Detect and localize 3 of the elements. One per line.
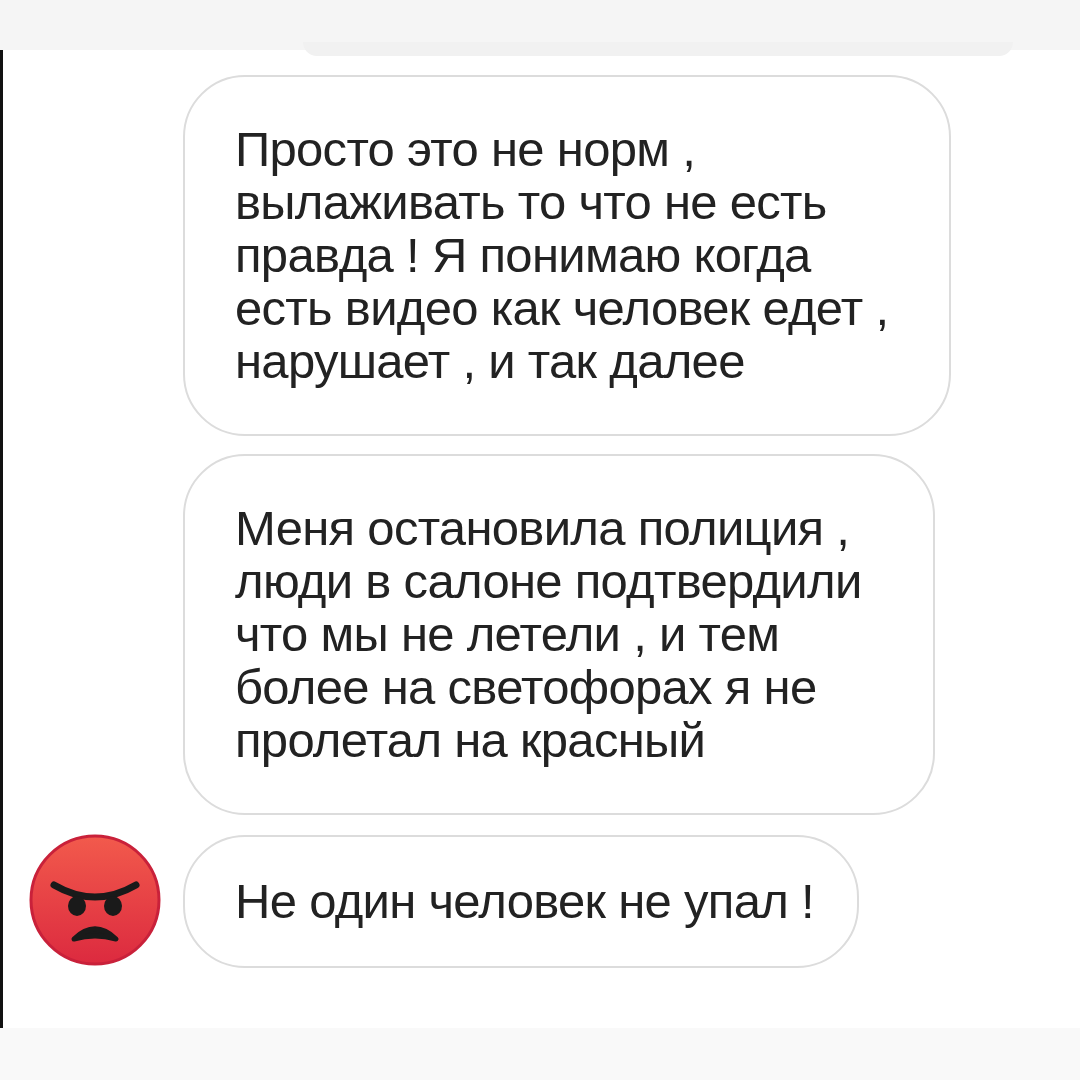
message-bubble: Меня остановила полиция , люди в салоне подтвердили что мы не летели , и тем более на светофорах я не пролетал на красный bbox=[183, 454, 935, 815]
message-bubble: Не один человек не упал ! bbox=[183, 835, 859, 968]
message-bubble: Просто это не норм , вылаживать то что не есть правда ! Я понимаю когда есть видео как человек едет , нарушает , и так далее bbox=[183, 75, 951, 436]
